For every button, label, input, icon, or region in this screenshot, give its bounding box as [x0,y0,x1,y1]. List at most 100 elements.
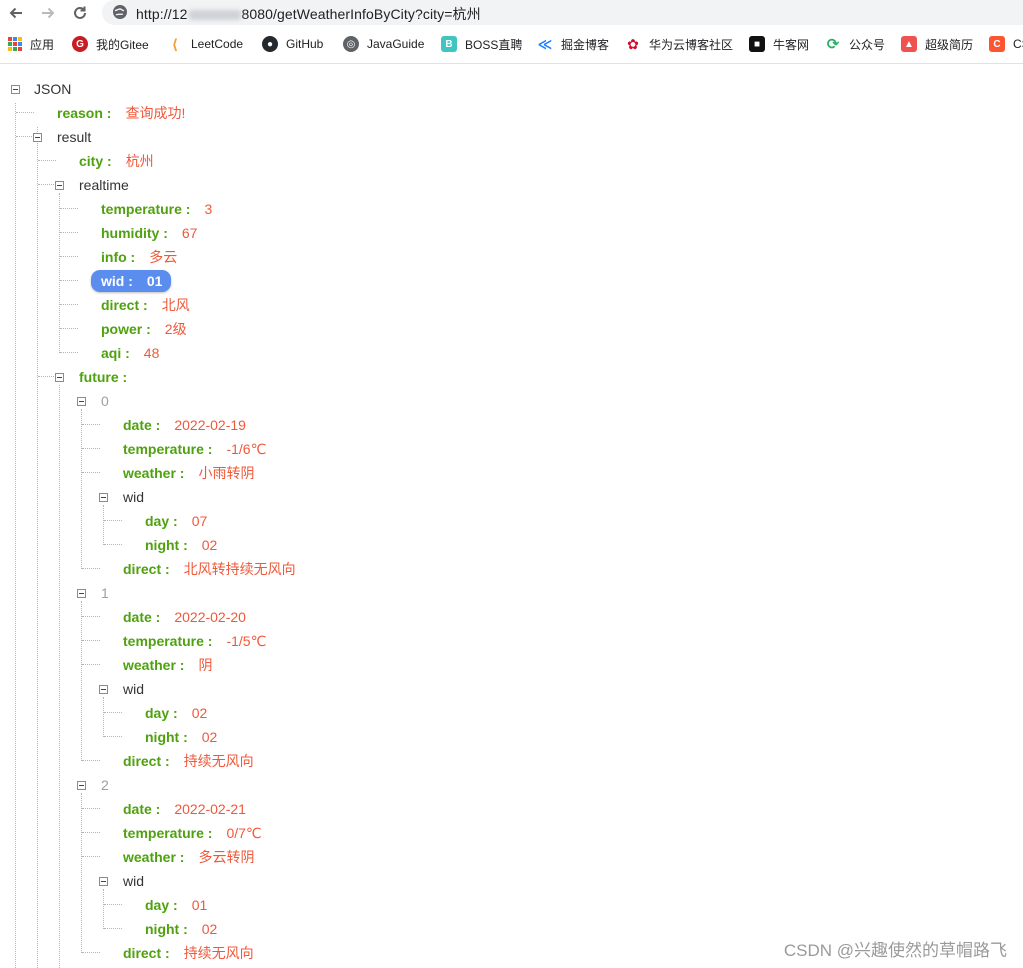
tree-connector [60,304,78,305]
tree-node-realtime-info[interactable]: info : 多云 [101,247,177,267]
tree-node-future-2-temperature[interactable]: temperature : 0/7℃ [123,823,262,843]
tree-node-future-0-wid-day[interactable]: day : 07 [145,511,207,531]
property-key: info : [101,249,136,265]
bookmark-huawei[interactable]: ✿ 华为云博客社区 [625,35,733,53]
tree-node-realtime-wid-selected[interactable]: wid : 01 [91,270,172,292]
tree-node-realtime-temperature[interactable]: temperature : 3 [101,199,212,219]
redacted-ip [188,10,241,21]
collapse-future-1-wid-toggle[interactable] [99,685,108,694]
tree-node-realtime[interactable]: realtime [79,175,129,195]
bookmark-juejin[interactable]: ≪ 掘金博客 [537,35,609,53]
bookmark-boss[interactable]: B BOSS直聘 [441,35,522,53]
tree-node-future-1-weather[interactable]: weather : 阴 [123,655,212,675]
apps-grid-icon [8,37,22,51]
tree-node-future-1-wid[interactable]: wid [123,679,144,699]
tree-node-realtime-aqi[interactable]: aqi : 48 [101,343,159,363]
collapse-realtime-toggle[interactable] [55,181,64,190]
property-value: 持续无风向 [183,753,254,769]
property-value: 01 [191,897,208,913]
url-text: http://12 8080/getWeatherInfoByCity?city=… [136,6,481,22]
property-key: day : [145,705,178,721]
node-label: realtime [79,177,129,193]
tree-node-future-2-wid[interactable]: wid [123,871,144,891]
tree-connector [82,424,100,425]
collapse-future-1-toggle[interactable] [77,589,86,598]
bookmark-leetcode[interactable]: ⟨ LeetCode [167,35,243,53]
tree-connector [104,928,122,929]
collapse-future-0-wid-toggle[interactable] [99,493,108,502]
tree-node-future-1-wid-day[interactable]: day : 02 [145,703,207,723]
property-value: 杭州 [125,153,154,169]
tree-connector [60,328,78,329]
tree-connector [60,280,78,281]
property-key: weather : [123,465,185,481]
tree-node-future-0[interactable]: 0 [101,391,109,411]
tree-node-future-0-direct[interactable]: direct : 北风转持续无风向 [123,559,296,579]
tree-node-future-2-wid-day[interactable]: day : 01 [145,895,207,915]
tree-node-future[interactable]: future : [79,367,127,387]
bookmarks-bar: 应用 G 我的Gitee ⟨ LeetCode ● GitHub ◎ JavaG… [0,33,1023,55]
tree-node-future-0-wid-night[interactable]: night : 02 [145,535,217,555]
tree-connector [82,616,100,617]
collapse-json-toggle[interactable] [11,85,20,94]
tree-guide-line [103,505,104,545]
property-value: 2级 [164,321,187,337]
property-value: 02 [191,705,208,721]
bookmark-label: JavaGuide [367,37,425,51]
tree-node-realtime-power[interactable]: power : 2级 [101,319,187,339]
tree-connector [60,352,78,353]
property-key: future : [79,369,128,385]
tree-node-city[interactable]: city : 杭州 [79,151,154,171]
arrow-left-icon [9,7,22,19]
property-value: 小雨转阴 [198,465,255,481]
property-key: direct : [123,561,170,577]
tree-node-realtime-humidity[interactable]: humidity : 67 [101,223,197,243]
property-value: -1/6℃ [226,440,267,457]
tree-connector [104,712,122,713]
tree-node-future-2-date[interactable]: date : 2022-02-21 [123,799,246,819]
tree-node-future-1-direct[interactable]: direct : 持续无风向 [123,751,254,771]
tree-node-future-1-temperature[interactable]: temperature : -1/5℃ [123,631,266,651]
tree-node-future-2[interactable]: 2 [101,775,109,795]
tree-node-future-0-weather[interactable]: weather : 小雨转阴 [123,463,254,483]
browser-toolbar: http://12 8080/getWeatherInfoByCity?city=… [0,0,1023,64]
collapse-future-2-wid-toggle[interactable] [99,877,108,886]
bookmark-javaguide[interactable]: ◎ JavaGuide [343,35,424,53]
tree-node-future-0-date[interactable]: date : 2022-02-19 [123,415,246,435]
reload-button[interactable] [69,2,91,24]
tree-node-future-1-date[interactable]: date : 2022-02-20 [123,607,246,627]
bookmark-resume[interactable]: ▲ 超级简历 [901,35,973,53]
bookmark-apps[interactable]: 应用 [8,35,54,53]
tree-node-future-1-wid-night[interactable]: night : 02 [145,727,217,747]
tree-node-reason[interactable]: reason : 查询成功! [57,103,185,123]
back-button[interactable] [5,2,27,24]
tree-connector [82,856,100,857]
property-value: 02 [201,921,218,937]
bookmark-nowcoder[interactable]: ■ 牛客网 [749,35,809,53]
tree-connector [16,112,34,113]
bookmark-github[interactable]: ● GitHub [262,35,323,53]
collapse-future-toggle[interactable] [55,373,64,382]
collapse-result-toggle[interactable] [33,133,42,142]
site-info-icon[interactable] [112,4,128,20]
property-key: day : [145,513,178,529]
tree-node-result[interactable]: result [57,127,91,147]
bookmark-gitee[interactable]: G 我的Gitee [72,35,149,53]
address-bar[interactable]: http://12 8080/getWeatherInfoByCity?city=… [102,0,1023,25]
tree-node-future-2-direct[interactable]: direct : 持续无风向 [123,943,254,963]
tree-root-node[interactable]: JSON [34,79,71,99]
forward-button[interactable] [37,2,59,24]
collapse-future-0-toggle[interactable] [77,397,86,406]
nowcoder-icon: ■ [749,36,765,52]
tree-node-future-1[interactable]: 1 [101,583,109,603]
bookmark-wechat-mp[interactable]: ⟳ 公众号 [825,35,885,53]
tree-node-realtime-direct[interactable]: direct : 北风 [101,295,190,315]
collapse-future-2-toggle[interactable] [77,781,86,790]
tree-node-future-0-wid[interactable]: wid [123,487,144,507]
bookmark-csdn[interactable]: C CS [989,35,1023,53]
tree-node-future-2-wid-night[interactable]: night : 02 [145,919,217,939]
property-key: temperature : [123,441,213,457]
tree-node-future-2-weather[interactable]: weather : 多云转阴 [123,847,254,867]
property-key: date : [123,417,161,433]
tree-node-future-0-temperature[interactable]: temperature : -1/6℃ [123,439,266,459]
